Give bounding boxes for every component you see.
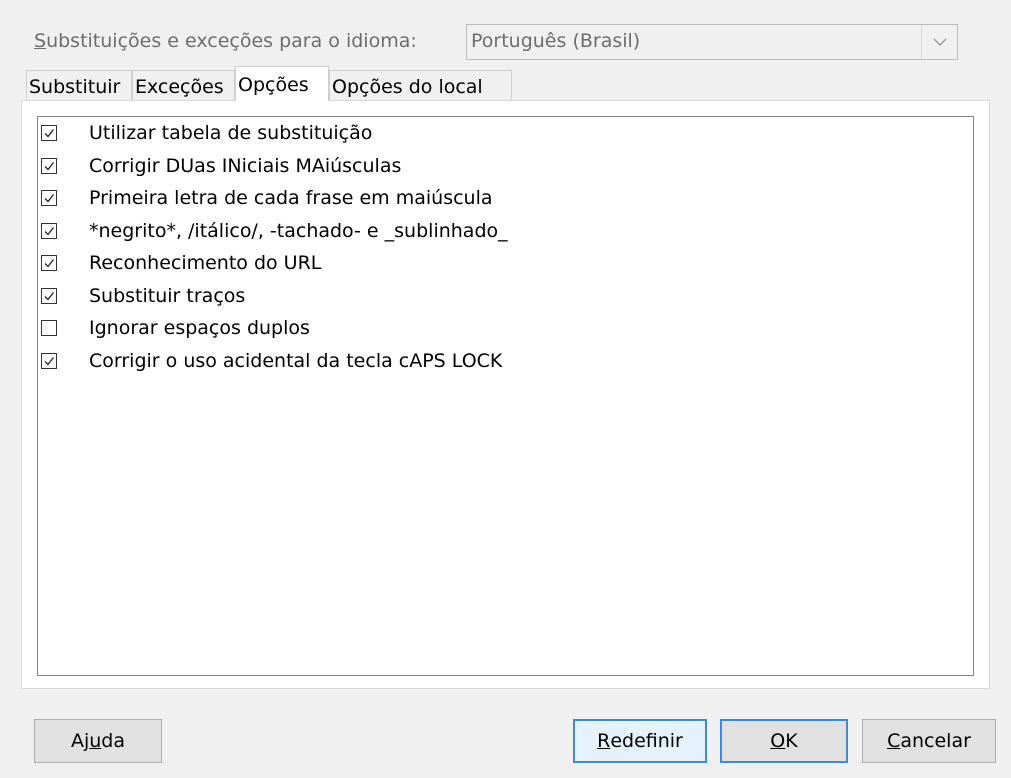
- language-selected-value: Português (Brasil): [471, 30, 641, 52]
- option-item[interactable]: Corrigir o uso acidental da tecla cAPS L…: [41, 345, 961, 377]
- language-label: Substituições e exceções para o idioma:: [34, 30, 417, 52]
- option-item[interactable]: Utilizar tabela de substituição: [41, 117, 961, 149]
- tab-excecoes[interactable]: Exceções: [132, 70, 235, 100]
- reset-button[interactable]: Redefinir: [573, 719, 707, 763]
- option-item[interactable]: Corrigir DUas INiciais MAiúsculas: [41, 150, 961, 182]
- option-label: Substituir traços: [89, 284, 246, 307]
- checkbox-checked[interactable]: [41, 352, 57, 369]
- option-item[interactable]: Primeira letra de cada frase em maiúscul…: [41, 182, 961, 214]
- checkmark-icon: [44, 259, 55, 268]
- options-list[interactable]: Utilizar tabela de substituição Corrigir …: [37, 116, 974, 676]
- checkbox-checked[interactable]: [41, 287, 57, 304]
- checkbox-checked[interactable]: [41, 125, 57, 141]
- tab-substituir[interactable]: Substituir: [26, 70, 132, 100]
- checkbox-checked[interactable]: [41, 222, 57, 239]
- option-item[interactable]: *negrito*, /itálico/, -tachado- e _subli…: [41, 215, 961, 247]
- option-label: Reconhecimento do URL: [89, 252, 322, 274]
- checkmark-icon: [44, 226, 55, 235]
- checkbox-checked[interactable]: [41, 157, 57, 174]
- option-label: Corrigir o uso acidental da tecla cAPS L…: [89, 349, 503, 372]
- option-item[interactable]: Substituir traços: [41, 280, 961, 312]
- checkbox-unchecked[interactable]: [41, 320, 57, 336]
- help-button[interactable]: Aj u da: [34, 719, 162, 763]
- language-dropdown[interactable]: Português (Brasil): [466, 24, 958, 60]
- option-label: Corrigir DUas INiciais MAiúsculas: [89, 154, 402, 177]
- checkbox-checked[interactable]: [41, 255, 57, 271]
- tab-panel: Utilizar tabela de substituição Corrigir …: [21, 100, 990, 689]
- tab-opcoes-do-local[interactable]: Opções do local: [329, 70, 512, 100]
- checkbox-checked[interactable]: [41, 190, 57, 206]
- ok-button[interactable]: OK: [720, 719, 848, 763]
- checkmark-icon: [44, 356, 55, 365]
- language-row: Substituições e exceções para o idioma: …: [34, 24, 960, 62]
- checkmark-icon: [44, 129, 55, 138]
- checkmark-icon: [44, 194, 55, 203]
- option-item[interactable]: Reconhecimento do URL: [41, 247, 961, 279]
- option-label: Ignorar espaços duplos: [89, 317, 310, 339]
- chevron-down-icon[interactable]: [921, 25, 957, 59]
- checkmark-icon: [44, 291, 55, 300]
- checkmark-icon: [44, 161, 55, 170]
- tab-opcoes[interactable]: Opções: [235, 66, 329, 101]
- option-label: Utilizar tabela de substituição: [89, 122, 373, 144]
- option-label: Primeira letra de cada frase em maiúscul…: [89, 187, 493, 209]
- cancel-button[interactable]: Cancelar: [862, 719, 996, 763]
- option-label: *negrito*, /itálico/, -tachado- e _subli…: [89, 219, 508, 242]
- option-item[interactable]: Ignorar espaços duplos: [41, 312, 961, 344]
